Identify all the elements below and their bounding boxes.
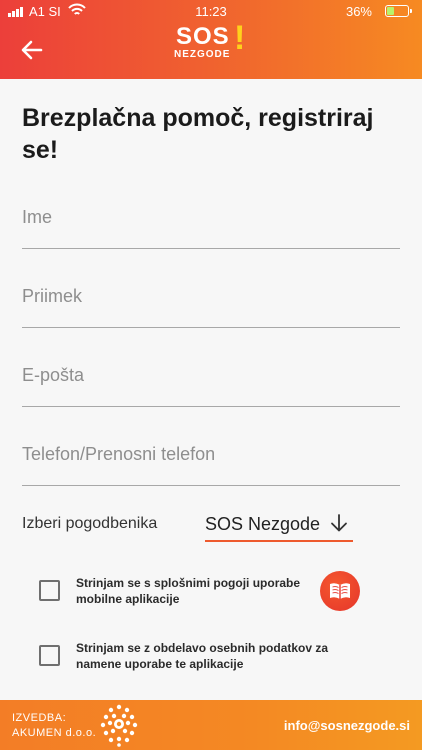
app-logo: SOS ! NEZGODE — [174, 19, 246, 60]
battery-percent: 36% — [345, 4, 372, 19]
first-name-input[interactable] — [22, 189, 400, 248]
last-name-input[interactable] — [22, 268, 400, 327]
privacy-consent-text: Strinjam se z obdelavo osebnih podatkov … — [76, 641, 329, 671]
contact-email-link[interactable]: info@sosnezgode.si — [284, 718, 410, 733]
phone-input[interactable] — [22, 426, 400, 485]
contractor-label: Izberi pogodbenika — [22, 515, 158, 532]
arrow-left-icon[interactable] — [20, 38, 44, 62]
first-name-field[interactable]: Ime — [22, 189, 400, 249]
terms-book-button[interactable] — [320, 571, 360, 611]
phone-field[interactable]: Telefon/Prenosni telefon — [22, 426, 400, 486]
footer-credit-label: IZVEDBA: — [12, 712, 67, 724]
app-header: A1 SI 11:23 36% SOS ! NEZGODE — [0, 0, 422, 79]
email-input[interactable] — [22, 347, 400, 406]
akumen-logo-icon — [100, 704, 138, 747]
email-field[interactable]: E-pošta — [22, 347, 400, 407]
terms-consent-text: Strinjam se s splošnimi pogoji uporabe m… — [76, 576, 301, 606]
app-footer: IZVEDBA: AKUMEN d.o.o. info@sosnezgode.s… — [0, 700, 422, 750]
battery-icon — [385, 5, 412, 17]
status-bar: A1 SI 11:23 36% — [0, 0, 422, 24]
contractor-select[interactable]: SOS Nezgode — [205, 510, 353, 542]
page-title: Brezplačna pomoč, registriraj se! — [22, 104, 374, 164]
terms-checkbox[interactable] — [39, 580, 60, 601]
last-name-field[interactable]: Priimek — [22, 268, 400, 328]
footer-credit-company: AKUMEN d.o.o. — [12, 727, 97, 739]
privacy-checkbox[interactable] — [39, 645, 60, 666]
book-icon — [330, 583, 350, 599]
contractor-selected-value: SOS Nezgode — [205, 514, 321, 534]
arrow-down-icon — [331, 514, 347, 532]
